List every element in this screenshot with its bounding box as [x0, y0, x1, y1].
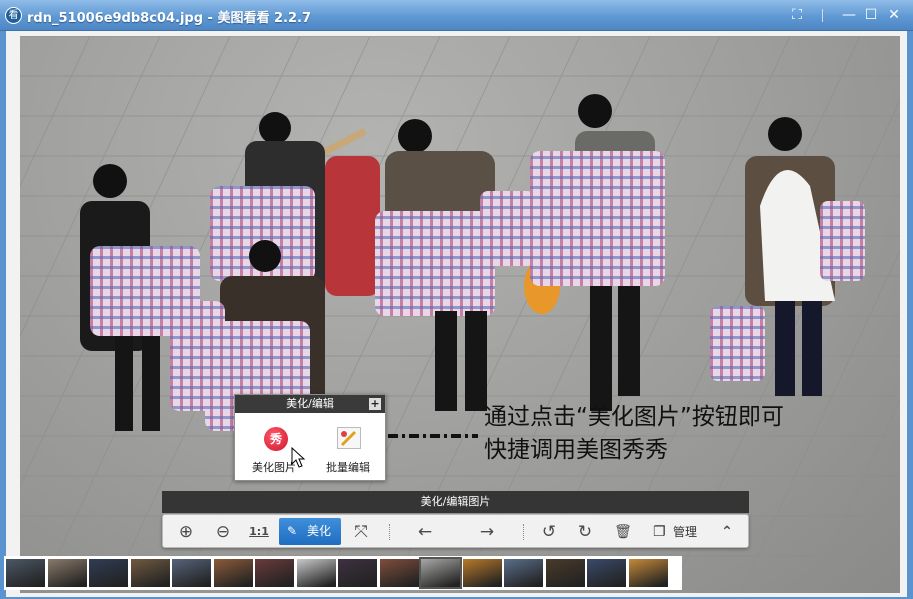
maximize-button[interactable]: ☐	[861, 6, 881, 24]
edit-pencil-icon: ✎	[287, 524, 298, 538]
rotate-right-icon[interactable]: ↻	[573, 520, 597, 544]
thumbnail-item[interactable]	[255, 559, 294, 587]
beautify-edit-popup: 美化/编辑 + 秀 美化图片 批量编辑	[234, 394, 386, 481]
popup-header: 美化/编辑 +	[235, 395, 385, 413]
thumbnail-item[interactable]	[172, 559, 211, 587]
manage-label: 管理	[673, 525, 698, 539]
hint-line-1: 通过点击“美化图片”按钮即可	[484, 404, 784, 430]
manage-button[interactable]: ❐ 管理	[651, 520, 703, 544]
mouse-cursor-icon	[291, 447, 306, 468]
title-bar: 看 rdn_51006e9db8c04.jpg - 美图看看 2.2.7 ⛶ —…	[0, 0, 913, 31]
next-image-icon[interactable]: →	[475, 520, 499, 544]
toolbar-separator	[389, 524, 390, 540]
manage-icon: ❐	[653, 524, 666, 540]
window-buttons-separator	[822, 9, 823, 22]
thumbnail-item[interactable]	[545, 559, 585, 587]
popup-expand-button[interactable]: +	[369, 398, 381, 410]
thumbnail-item[interactable]	[338, 559, 377, 587]
zoom-out-icon[interactable]: ⊖	[211, 520, 235, 544]
app-icon: 看	[5, 7, 22, 24]
thumbnail-item[interactable]	[6, 559, 45, 587]
thumbnail-item[interactable]	[379, 559, 419, 587]
batch-edit-button[interactable]: 批量编辑	[311, 415, 385, 479]
close-button[interactable]: ✕	[884, 6, 904, 24]
bottom-toolbar: ⊕ ⊖ 1:1 ✎ 美化 ⤧ ← → ↺ ↻ 🗑 ❐ 管理 ⌃	[162, 514, 749, 548]
thumbnail-item[interactable]	[587, 559, 626, 587]
toolbar-separator	[523, 524, 524, 540]
delete-icon[interactable]: 🗑	[611, 520, 635, 544]
rotate-left-icon[interactable]: ↺	[537, 520, 561, 544]
collapse-toolbar-icon[interactable]: ⌃	[715, 520, 739, 544]
popup-title: 美化/编辑	[286, 397, 334, 410]
minimize-button[interactable]: —	[839, 6, 859, 24]
zoom-in-icon[interactable]: ⊕	[174, 520, 198, 544]
thumbnail-item[interactable]	[47, 559, 87, 587]
batch-edit-label: 批量编辑	[326, 461, 370, 474]
actual-size-button[interactable]: 1:1	[247, 520, 271, 544]
hint-line-2: 快捷调用美图秀秀	[484, 437, 668, 463]
meitu-xiuxiu-icon: 秀	[264, 427, 288, 451]
beautify-button[interactable]: ✎ 美化	[279, 518, 341, 545]
thumbnail-item[interactable]	[296, 559, 336, 587]
beautify-button-label: 美化	[307, 524, 332, 538]
toolbar-tooltip: 美化/编辑图片	[162, 491, 749, 513]
thumbnail-item[interactable]	[504, 559, 543, 587]
batch-edit-icon	[337, 427, 361, 449]
thumbnail-item[interactable]	[628, 559, 668, 587]
thumbnail-item[interactable]	[213, 559, 253, 587]
thumbnail-item[interactable]	[89, 559, 128, 587]
window-title: rdn_51006e9db8c04.jpg - 美图看看 2.2.7	[27, 11, 312, 26]
thumbnail-item[interactable]	[419, 557, 462, 589]
hint-caption: 通过点击“美化图片”按钮即可 快捷调用美图秀秀	[484, 401, 784, 467]
thumbnail-filmstrip	[4, 556, 682, 590]
fit-window-icon[interactable]: ⤧	[349, 520, 373, 544]
thumbnail-item[interactable]	[130, 559, 170, 587]
previous-image-icon[interactable]: ←	[413, 520, 437, 544]
thumbnail-item[interactable]	[462, 559, 502, 587]
fullscreen-button[interactable]: ⛶	[787, 6, 807, 24]
